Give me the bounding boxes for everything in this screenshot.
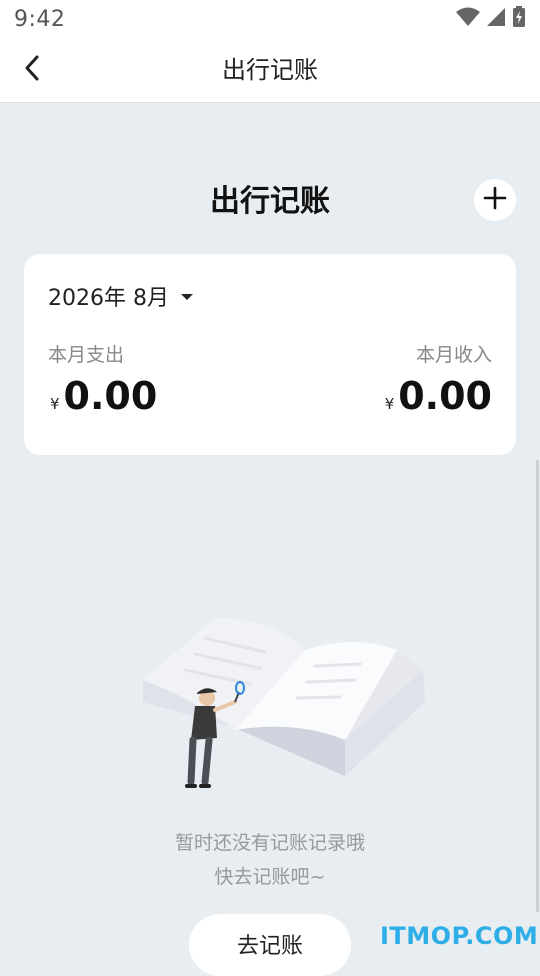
income-value: 0.00 (398, 374, 492, 418)
header-title: 出行记账 (222, 56, 318, 84)
income-currency: ¥ (384, 395, 395, 413)
add-record-button[interactable] (474, 179, 516, 221)
page-title: 出行记账 (210, 184, 330, 219)
expense-amount: ¥ 0.00 (50, 374, 157, 418)
empty-hint: 快去记账吧~ (214, 866, 326, 888)
empty-book-illustration (135, 610, 435, 800)
scrollbar[interactable] (536, 460, 539, 912)
status-time: 9:42 (14, 6, 66, 32)
month-label: 2026年 8月 (48, 286, 169, 311)
go-record-button[interactable]: 去记账 (189, 914, 351, 976)
income-amount: ¥ 0.00 (385, 374, 492, 418)
caret-down-icon (179, 287, 195, 306)
empty-message: 暂时还没有记账记录哦 (174, 832, 365, 854)
status-icons (456, 6, 526, 32)
signal-icon (486, 7, 506, 31)
watermark-text: ITMOP.COM (380, 922, 539, 950)
app-header: 出行记账 (0, 38, 540, 103)
expense-label: 本月支出 (48, 344, 125, 366)
expense-value: 0.00 (63, 374, 158, 418)
month-selector[interactable]: 2026年 8月 (48, 280, 195, 312)
status-bar: 9:42 (0, 0, 540, 38)
wifi-icon (456, 7, 480, 31)
income-label: 本月收入 (415, 344, 492, 366)
battery-icon (512, 6, 526, 32)
expense-currency: ¥ (50, 395, 60, 413)
summary-card: 2026年 8月 本月支出 本月收入 ¥ 0.00 ¥ 0.00 (24, 254, 516, 455)
plus-icon (483, 186, 507, 214)
